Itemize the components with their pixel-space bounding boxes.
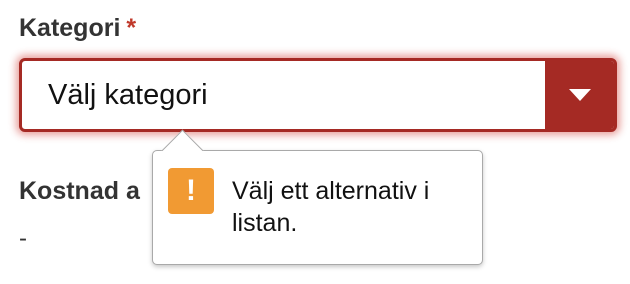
- form-page: Kategori * Välj kategori Kostnad a - ! Vä…: [0, 0, 630, 284]
- exclamation-warning-icon: !: [168, 168, 214, 214]
- cost-value: -: [19, 225, 27, 252]
- cost-field-label: Kostnad a: [19, 177, 140, 205]
- category-label-text: Kategori: [19, 14, 121, 42]
- category-select[interactable]: Välj kategori: [19, 58, 617, 132]
- validation-message: Välj ett alternativ i listan.: [232, 177, 430, 237]
- chevron-down-icon: [568, 89, 591, 101]
- category-field-label: Kategori *: [19, 14, 136, 43]
- required-asterisk: *: [126, 14, 137, 42]
- select-dropdown-button[interactable]: [545, 61, 614, 129]
- category-select-value: Välj kategori: [48, 79, 208, 111]
